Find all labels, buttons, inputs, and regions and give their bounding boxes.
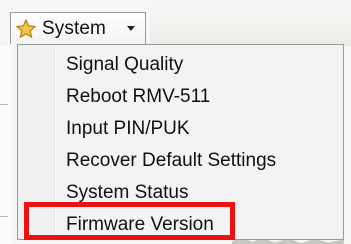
chevron-down-icon[interactable] bbox=[127, 26, 135, 31]
menu-item-reboot[interactable]: Reboot RMV-511 bbox=[66, 82, 210, 112]
toolbar-background bbox=[150, 0, 351, 46]
system-menu-title: System bbox=[42, 17, 106, 39]
left-panel-background bbox=[0, 46, 12, 244]
menu-item-signal-quality[interactable]: Signal Quality bbox=[66, 50, 183, 80]
menu-item-recover-default-settings[interactable]: Recover Default Settings bbox=[66, 146, 276, 176]
left-panel-divider bbox=[0, 104, 8, 105]
highlight-box bbox=[24, 202, 235, 240]
star-icon bbox=[16, 18, 36, 38]
left-panel-divider bbox=[0, 216, 8, 217]
menu-item-input-pin-puk[interactable]: Input PIN/PUK bbox=[66, 114, 190, 144]
system-menu-button[interactable]: System bbox=[10, 12, 146, 44]
